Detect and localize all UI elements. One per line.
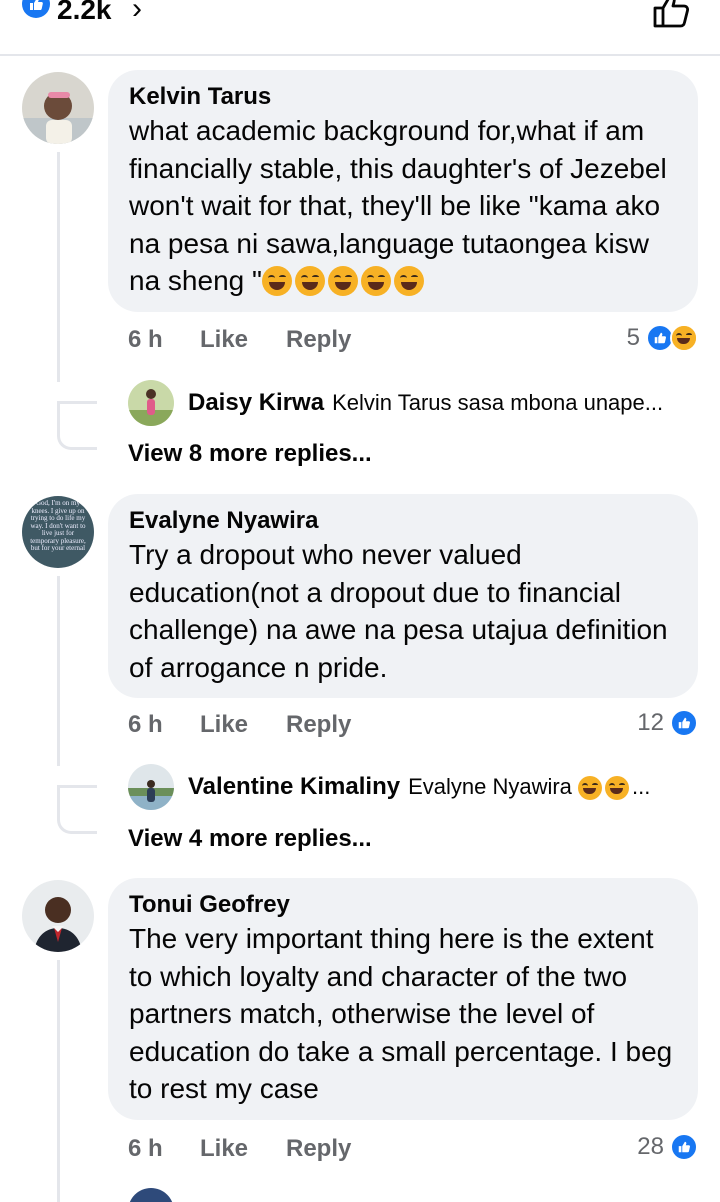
thumbs-up-outline-icon[interactable] <box>652 0 692 28</box>
view-more-replies-link[interactable]: View 4 more replies... <box>128 825 372 853</box>
reply-connector <box>57 788 97 834</box>
laughing-emoji-icon <box>261 265 427 296</box>
like-reaction-icon <box>670 1133 698 1161</box>
rofl-emoji-icon <box>578 774 632 800</box>
comment-time[interactable]: 6 h <box>128 711 200 739</box>
comment-time[interactable]: 6 h <box>128 326 200 354</box>
reply-connector <box>57 766 97 788</box>
view-more-replies-link[interactable]: View 8 more replies... <box>128 440 372 468</box>
avatar-quote-text: God, I'm on my knees. I give up on tryin… <box>30 499 86 552</box>
reaction-count: 28 <box>637 1133 664 1160</box>
avatar[interactable] <box>128 764 174 810</box>
comment-actions: 6 h Like Reply <box>128 1135 376 1163</box>
like-button[interactable]: Like <box>200 711 286 739</box>
comment-reactions[interactable]: 5 <box>627 324 698 352</box>
comment-bubble[interactable]: Kelvin Tarus what academic background fo… <box>108 70 698 312</box>
comment-author[interactable]: Evalyne Nyawira <box>129 506 678 536</box>
reaction-count: 2.2k <box>57 0 112 25</box>
like-button[interactable]: Like <box>200 326 286 354</box>
comment-reactions[interactable]: 28 <box>637 1133 698 1161</box>
like-button[interactable]: Like <box>200 1135 286 1163</box>
comment-text: Try a dropout who never valued education… <box>129 539 668 683</box>
haha-reaction-icon <box>670 324 698 352</box>
comment-actions: 6 h Like Reply <box>128 326 376 354</box>
comment-bubble[interactable]: Evalyne Nyawira Try a dropout who never … <box>108 494 698 698</box>
avatar[interactable] <box>22 880 94 952</box>
reply-author[interactable]: Daisy Kirwa <box>188 389 324 417</box>
reply-button[interactable]: Reply <box>286 711 376 739</box>
reply-connector <box>57 382 97 404</box>
like-reaction-icon <box>670 709 698 737</box>
comment-actions: 6 h Like Reply <box>128 711 376 739</box>
comment-text: what academic background for,what if am … <box>129 115 667 296</box>
reply-button[interactable]: Reply <box>286 326 376 354</box>
reply-author[interactable]: Valentine Kimaliny <box>188 773 400 801</box>
avatar[interactable] <box>128 1188 174 1202</box>
reply-text: Kelvin Tarus sasa mbona unape... <box>332 390 664 415</box>
reply-connector <box>57 404 97 450</box>
comment-author[interactable]: Kelvin Tarus <box>129 82 678 112</box>
reaction-count: 12 <box>637 709 664 736</box>
comment-text: The very important thing here is the ext… <box>129 923 673 1104</box>
reply-preview[interactable]: Valentine Kimaliny Evalyne Nyawira ... <box>128 764 650 810</box>
like-reaction-icon <box>22 0 50 18</box>
avatar[interactable] <box>22 72 94 144</box>
reactions-summary-bar[interactable]: 2.2k › <box>0 0 720 56</box>
comment-bubble[interactable]: Tonui Geofrey The very important thing h… <box>108 878 698 1120</box>
reply-button[interactable]: Reply <box>286 1135 376 1163</box>
avatar[interactable]: God, I'm on my knees. I give up on tryin… <box>22 496 94 568</box>
chevron-right-icon[interactable]: › <box>132 0 142 26</box>
comment-reactions[interactable]: 12 <box>637 709 698 737</box>
thread-line <box>57 152 60 382</box>
reply-text: Evalyne Nyawira ... <box>408 774 651 800</box>
comment-author[interactable]: Tonui Geofrey <box>129 890 678 920</box>
reaction-count: 5 <box>626 324 640 351</box>
reply-preview[interactable]: Daisy Kirwa Kelvin Tarus sasa mbona unap… <box>128 380 663 426</box>
thread-line <box>57 960 60 1202</box>
comment-time[interactable]: 6 h <box>128 1135 200 1163</box>
avatar[interactable] <box>128 380 174 426</box>
thread-line <box>57 576 60 766</box>
